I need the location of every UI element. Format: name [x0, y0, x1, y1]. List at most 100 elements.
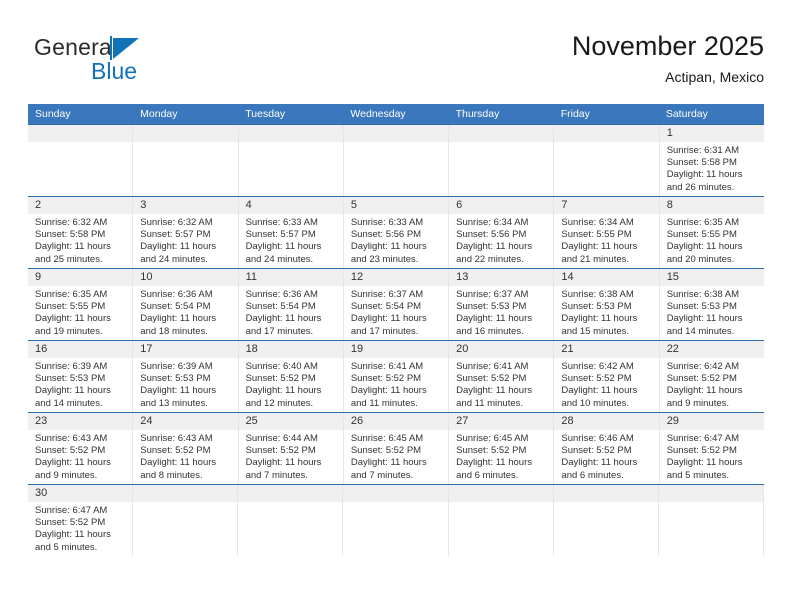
sunset-text: Sunset: 5:53 PM — [666, 301, 737, 313]
calendar-day-cell[interactable]: 27 Sunrise: 6:45 AM Sunset: 5:52 PM Dayligh… — [449, 413, 555, 484]
weekday-header-saturday: Saturday — [665, 108, 708, 120]
calendar-day-cell-empty — [449, 125, 555, 196]
calendar-day-cell[interactable]: 11 Sunrise: 6:36 AM Sunset: 5:54 PM Dayligh… — [238, 269, 344, 340]
daylight-text-line1: Daylight: 11 hours — [456, 313, 532, 325]
daylight-text-line1: Daylight: 11 hours — [456, 241, 532, 253]
sunset-text: Sunset: 5:57 PM — [245, 229, 316, 241]
calendar-day-cell[interactable]: 29 Sunrise: 6:47 AM Sunset: 5:52 PM Dayligh… — [659, 413, 764, 484]
sunrise-text: Sunrise: 6:37 AM — [350, 289, 424, 300]
calendar-day-cell-empty — [343, 125, 450, 196]
calendar-day-cell[interactable]: 5 Sunrise: 6:33 AM Sunset: 5:56 PM Daylight… — [343, 197, 450, 268]
calendar-day-cell[interactable]: 9 Sunrise: 6:35 AM Sunset: 5:55 PM Daylight… — [28, 269, 134, 340]
day-number: 26 — [350, 415, 364, 427]
day-number-band: 20 — [449, 341, 554, 358]
calendar-day-cell[interactable]: 6 Sunrise: 6:34 AM Sunset: 5:56 PM Daylight… — [449, 197, 555, 268]
day-number-band: 9 — [28, 269, 133, 286]
sunset-text: Sunset: 5:55 PM — [666, 229, 737, 241]
daylight-text-line1: Daylight: 11 hours — [245, 385, 322, 397]
calendar-day-cell[interactable]: 25 Sunrise: 6:44 AM Sunset: 5:52 PM Dayligh… — [238, 413, 344, 484]
daylight-text-line1: Daylight: 11 hours — [35, 313, 111, 325]
daylight-text-line2: and 6 minutes. — [456, 469, 519, 481]
day-details: Sunrise: 6:36 AM Sunset: 5:54 PM Daylight:… — [133, 286, 238, 340]
day-details — [449, 142, 554, 196]
sunrise-text: Sunrise: 6:45 AM — [350, 433, 424, 444]
daylight-text-line1: Daylight: 11 hours — [245, 241, 322, 253]
day-number: 23 — [35, 415, 48, 427]
day-number-band: 10 — [133, 269, 238, 286]
day-details: Sunrise: 6:47 AM Sunset: 5:52 PM Daylight:… — [28, 502, 133, 556]
calendar-day-cell-empty — [238, 125, 344, 196]
daylight-text-line1: Daylight: 11 hours — [140, 313, 217, 325]
calendar-day-cell[interactable]: 16 Sunrise: 6:39 AM Sunset: 5:53 PM Dayligh… — [28, 341, 134, 412]
day-details: Sunrise: 6:34 AM Sunset: 5:56 PM Daylight:… — [449, 214, 554, 268]
day-number: 25 — [245, 415, 258, 427]
day-number-band: 23 — [28, 413, 133, 430]
title-block: November 2025 Actipan, Mexico — [572, 30, 764, 88]
sunset-text: Sunset: 5:52 PM — [245, 445, 316, 457]
daylight-text-line1: Daylight: 11 hours — [456, 385, 532, 397]
day-number-band: 19 — [343, 341, 449, 358]
calendar-day-cell[interactable]: 19 Sunrise: 6:41 AM Sunset: 5:52 PM Dayligh… — [343, 341, 450, 412]
daylight-text-line1: Daylight: 11 hours — [666, 385, 743, 397]
calendar-day-cell[interactable]: 21 Sunrise: 6:42 AM Sunset: 5:52 PM Dayligh… — [554, 341, 660, 412]
calendar-day-cell[interactable]: 22 Sunrise: 6:42 AM Sunset: 5:52 PM Dayligh… — [659, 341, 764, 412]
calendar-weeks: 1 Sunrise: 6:31 AM Sunset: 5:58 PM Daylight… — [28, 124, 764, 556]
day-details — [28, 142, 133, 196]
day-number-band: 14 — [554, 269, 659, 286]
calendar-day-cell[interactable]: 1 Sunrise: 6:31 AM Sunset: 5:58 PM Daylight… — [659, 125, 764, 196]
day-details: Sunrise: 6:31 AM Sunset: 5:58 PM Daylight:… — [659, 142, 764, 196]
calendar-day-cell[interactable]: 4 Sunrise: 6:33 AM Sunset: 5:57 PM Daylight… — [238, 197, 344, 268]
calendar-day-cell[interactable]: 2 Sunrise: 6:32 AM Sunset: 5:58 PM Daylight… — [28, 197, 134, 268]
sunset-text: Sunset: 5:52 PM — [456, 445, 527, 457]
calendar-day-cell[interactable]: 23 Sunrise: 6:43 AM Sunset: 5:52 PM Dayligh… — [28, 413, 134, 484]
calendar-day-cell-empty — [448, 485, 554, 556]
calendar-day-cell[interactable]: 15 Sunrise: 6:38 AM Sunset: 5:53 PM Dayligh… — [659, 269, 764, 340]
calendar-day-cell[interactable]: 17 Sunrise: 6:39 AM Sunset: 5:53 PM Dayligh… — [133, 341, 239, 412]
day-number-band: 13 — [449, 269, 554, 286]
sunrise-text: Sunrise: 6:31 AM — [666, 145, 740, 156]
daylight-text-line1: Daylight: 11 hours — [350, 241, 427, 253]
sunrise-text: Sunrise: 6:47 AM — [35, 505, 108, 516]
calendar-grid: Sunday Monday Tuesday Wednesday Thursday… — [28, 104, 764, 556]
day-details: Sunrise: 6:32 AM Sunset: 5:57 PM Daylight:… — [133, 214, 238, 268]
day-number-band — [448, 485, 553, 502]
calendar-day-cell[interactable]: 28 Sunrise: 6:46 AM Sunset: 5:52 PM Dayligh… — [554, 413, 660, 484]
daylight-text-line1: Daylight: 11 hours — [666, 457, 743, 469]
day-number: 7 — [561, 199, 568, 211]
calendar-week-row: 16 Sunrise: 6:39 AM Sunset: 5:53 PM Dayligh… — [28, 341, 764, 412]
calendar-day-cell[interactable]: 30 Sunrise: 6:47 AM Sunset: 5:52 PM Dayligh… — [28, 485, 134, 556]
daylight-text-line2: and 5 minutes. — [35, 541, 98, 553]
sunrise-text: Sunrise: 6:35 AM — [35, 289, 108, 300]
daylight-text-line1: Daylight: 11 hours — [350, 385, 427, 397]
daylight-text-line2: and 26 minutes. — [666, 181, 735, 193]
calendar-day-cell[interactable]: 26 Sunrise: 6:45 AM Sunset: 5:52 PM Dayligh… — [343, 413, 450, 484]
calendar-day-cell[interactable]: 10 Sunrise: 6:36 AM Sunset: 5:54 PM Dayligh… — [133, 269, 239, 340]
day-details: Sunrise: 6:45 AM Sunset: 5:52 PM Daylight:… — [449, 430, 554, 484]
general-blue-logo[interactable]: General Blue — [34, 34, 234, 94]
calendar-day-cell[interactable]: 14 Sunrise: 6:38 AM Sunset: 5:53 PM Dayligh… — [554, 269, 660, 340]
calendar-day-cell[interactable]: 20 Sunrise: 6:41 AM Sunset: 5:52 PM Dayligh… — [449, 341, 555, 412]
daylight-text-line2: and 13 minutes. — [140, 397, 208, 409]
day-number-band: 27 — [449, 413, 554, 430]
calendar-day-cell[interactable]: 13 Sunrise: 6:37 AM Sunset: 5:53 PM Dayligh… — [449, 269, 555, 340]
calendar-day-cell-empty — [28, 125, 134, 196]
day-details — [343, 142, 449, 196]
daylight-text-line2: and 6 minutes. — [561, 469, 624, 481]
calendar-day-cell[interactable]: 12 Sunrise: 6:37 AM Sunset: 5:54 PM Dayligh… — [343, 269, 450, 340]
day-details: Sunrise: 6:35 AM Sunset: 5:55 PM Daylight:… — [659, 214, 764, 268]
day-details — [133, 502, 238, 556]
calendar-day-cell[interactable]: 3 Sunrise: 6:32 AM Sunset: 5:57 PM Daylight… — [133, 197, 239, 268]
day-number-band: 22 — [659, 341, 764, 358]
calendar-day-cell[interactable]: 18 Sunrise: 6:40 AM Sunset: 5:52 PM Dayligh… — [238, 341, 344, 412]
calendar-day-cell[interactable]: 8 Sunrise: 6:35 AM Sunset: 5:55 PM Daylight… — [659, 197, 764, 268]
sunrise-text: Sunrise: 6:36 AM — [140, 289, 213, 300]
calendar-week-row: 1 Sunrise: 6:31 AM Sunset: 5:58 PM Daylight… — [28, 125, 764, 196]
calendar-day-cell-empty — [343, 485, 449, 556]
sunrise-text: Sunrise: 6:43 AM — [140, 433, 213, 444]
day-details: Sunrise: 6:38 AM Sunset: 5:53 PM Daylight:… — [659, 286, 764, 340]
day-number-band: 4 — [238, 197, 343, 214]
sunrise-text: Sunrise: 6:42 AM — [561, 361, 634, 372]
sunset-text: Sunset: 5:53 PM — [35, 373, 106, 385]
calendar-day-cell[interactable]: 24 Sunrise: 6:43 AM Sunset: 5:52 PM Dayligh… — [133, 413, 239, 484]
calendar-day-cell[interactable]: 7 Sunrise: 6:34 AM Sunset: 5:55 PM Daylight… — [554, 197, 660, 268]
